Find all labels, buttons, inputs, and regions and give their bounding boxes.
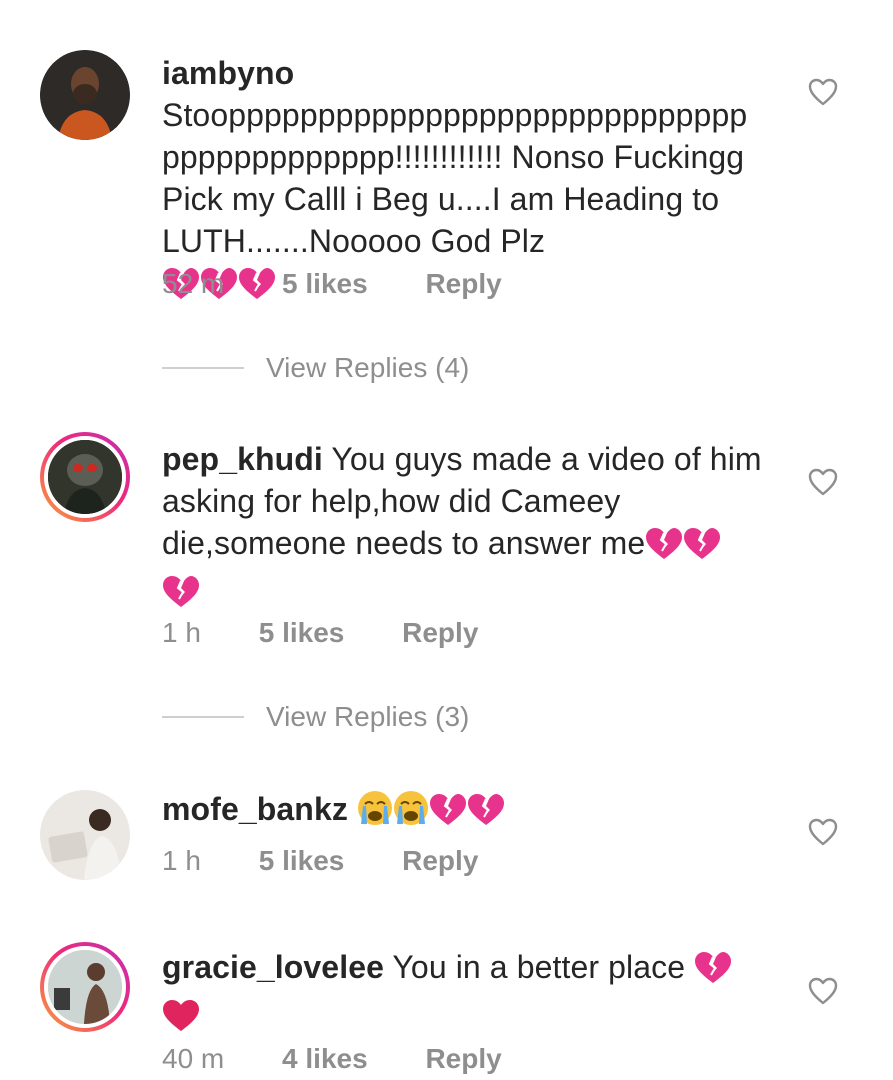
reply-button[interactable]: Reply <box>425 268 501 300</box>
like-heart-icon[interactable] <box>808 78 838 106</box>
broken-heart-icon <box>162 576 200 618</box>
red-heart-icon <box>162 1000 200 1042</box>
avatar-image <box>48 440 122 514</box>
comment-username[interactable]: mofe_bankz <box>162 791 348 827</box>
avatar-image <box>40 50 130 140</box>
crying-face-icon <box>357 790 393 836</box>
likes-count[interactable]: 5 likes <box>259 845 345 877</box>
broken-heart-icon <box>467 794 505 836</box>
broken-heart-icon <box>694 952 732 994</box>
like-heart-icon[interactable] <box>808 818 838 846</box>
comment-body: You in a better place <box>392 949 686 985</box>
avatar[interactable] <box>40 432 130 522</box>
broken-heart-icon <box>645 528 683 570</box>
reply-button[interactable]: Reply <box>402 617 478 649</box>
comment-username[interactable]: pep_khudi <box>162 441 323 477</box>
comment-time: 52 m <box>162 268 225 299</box>
divider <box>162 716 244 718</box>
view-replies-label: View Replies (3) <box>266 701 470 732</box>
likes-count[interactable]: 5 likes <box>259 617 345 649</box>
comment-text: pep_khudi You guys made a video of him a… <box>162 438 762 618</box>
comment-time: 1 h <box>162 617 201 648</box>
comment-body: Stoopppppppppppppppppppppppppppppppppppp… <box>162 97 748 259</box>
avatar[interactable] <box>40 790 130 880</box>
reply-button[interactable]: Reply <box>402 845 478 877</box>
avatar-image <box>48 950 122 1024</box>
broken-heart-icon <box>429 794 467 836</box>
crying-face-icon <box>393 790 429 836</box>
broken-heart-icon <box>683 528 721 570</box>
like-heart-icon[interactable] <box>808 977 838 1005</box>
avatar-image <box>40 790 130 880</box>
reply-button[interactable]: Reply <box>425 1043 501 1075</box>
comment-meta: 52 m 5 likes Reply <box>162 268 502 300</box>
view-replies-button[interactable]: View Replies (4) <box>162 352 469 384</box>
likes-count[interactable]: 5 likes <box>282 268 368 300</box>
avatar[interactable] <box>40 50 130 140</box>
avatar[interactable] <box>40 942 130 1032</box>
likes-count[interactable]: 4 likes <box>282 1043 368 1075</box>
view-replies-button[interactable]: View Replies (3) <box>162 701 469 733</box>
comment-meta: 1 h 5 likes Reply <box>162 845 478 877</box>
comment-username[interactable]: iambyno <box>162 55 294 91</box>
comment-text: gracie_lovelee You in a better place <box>162 946 762 1042</box>
comment-username[interactable]: gracie_lovelee <box>162 949 384 985</box>
like-heart-icon[interactable] <box>808 468 838 496</box>
comment-text: mofe_bankz <box>162 788 762 836</box>
comment-time: 1 h <box>162 845 201 876</box>
divider <box>162 367 244 369</box>
comment-meta: 1 h 5 likes Reply <box>162 617 478 649</box>
comment-meta: 40 m 4 likes Reply <box>162 1043 502 1075</box>
comment-time: 40 m <box>162 1043 225 1074</box>
view-replies-label: View Replies (4) <box>266 352 470 383</box>
